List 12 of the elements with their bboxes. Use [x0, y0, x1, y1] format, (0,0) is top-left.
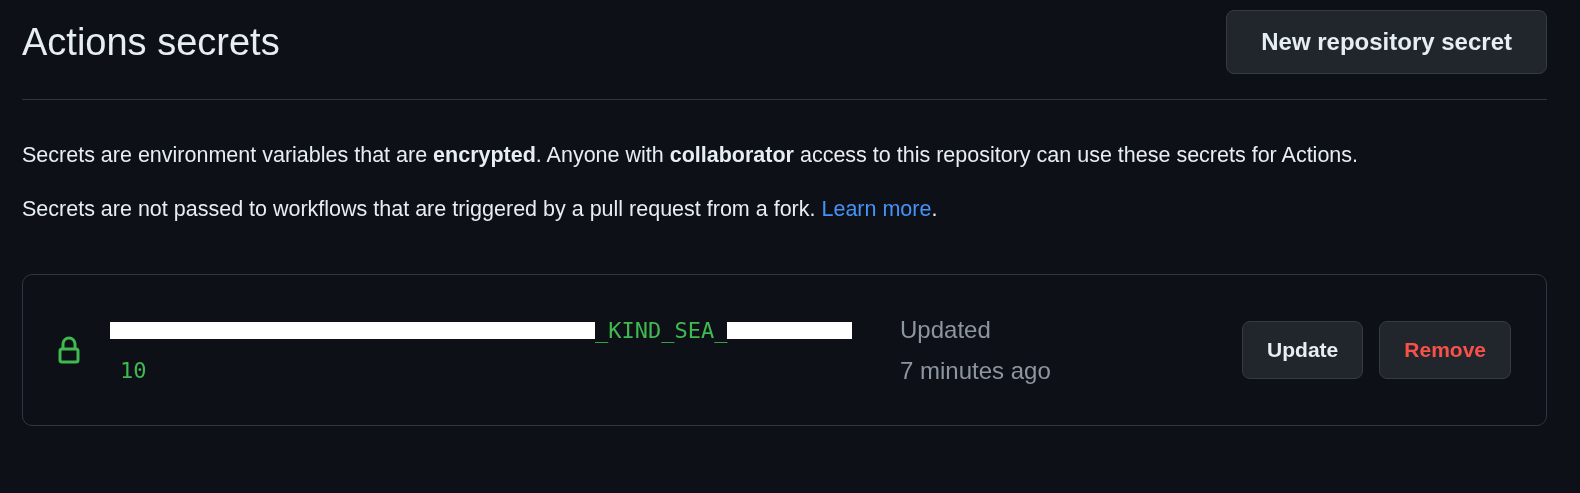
learn-more-link[interactable]: Learn more — [821, 197, 932, 221]
period-text: . — [931, 197, 938, 221]
new-secret-button[interactable]: New repository secret — [1226, 10, 1547, 74]
page-title: Actions secrets — [22, 20, 280, 64]
update-button[interactable]: Update — [1242, 321, 1364, 379]
remove-button[interactable]: Remove — [1379, 321, 1511, 379]
updated-time: 7 minutes ago — [900, 356, 1052, 386]
description-text: Secrets are environment variables that are encrypted. Anyone with collaborator access to this repository can use these secrets for Actions. — [22, 142, 1360, 169]
fork-note-text: Secrets are not passed to workflows that are triggered by a pull request from a fork. — [22, 197, 816, 221]
updated-label: Updated — [900, 315, 992, 345]
secret-name-continuation: 10 — [120, 357, 148, 383]
lock-icon — [58, 336, 80, 364]
